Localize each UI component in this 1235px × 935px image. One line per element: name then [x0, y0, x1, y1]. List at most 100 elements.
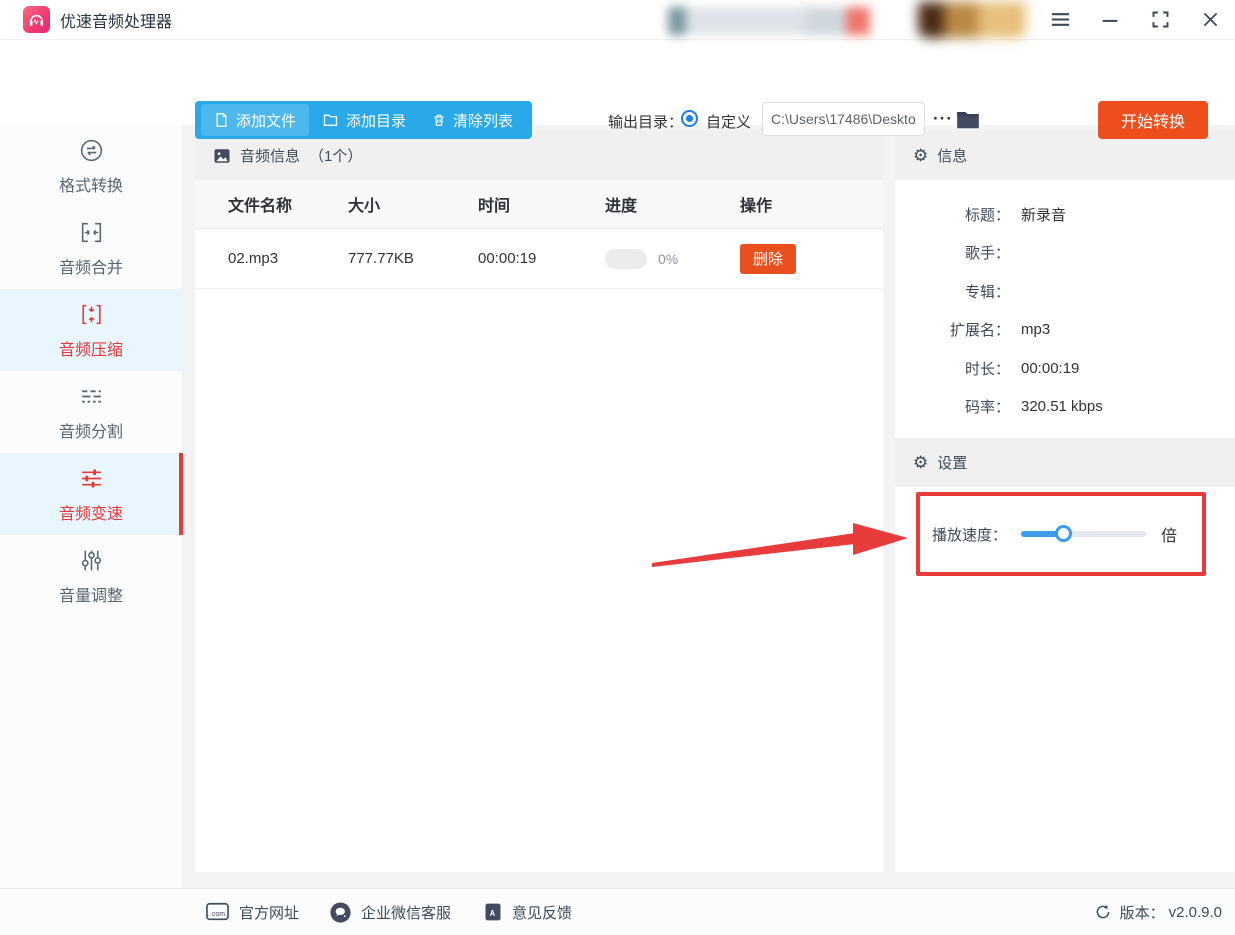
version-area: 版本： v2.0.9.0	[1094, 902, 1222, 923]
image-icon	[214, 148, 230, 163]
output-dir-label: 输出目录：	[608, 114, 684, 131]
minimize-icon[interactable]	[1098, 8, 1122, 32]
clear-list-button[interactable]: 清除列表	[419, 104, 526, 136]
toolbar: 添加文件 添加目录 清除列表 输出目录： 自定义 ··· 开始转换	[0, 40, 1235, 139]
sidebar-item-volume-adjust[interactable]: 音量调整	[0, 535, 182, 617]
add-file-button[interactable]: 添加文件	[201, 104, 310, 136]
volume-adjust-icon	[81, 550, 101, 570]
redacted-account-info	[668, 7, 870, 35]
col-header-action: 操作	[740, 198, 773, 215]
sidebar-label: 格式转换	[58, 177, 123, 195]
delete-button[interactable]: 删除	[740, 243, 796, 274]
wechat-support-label: 企业微信客服	[361, 904, 452, 922]
col-header-time: 时间	[478, 198, 511, 215]
sidebar-label: 音频变速	[58, 505, 123, 523]
field-label-singer: 歌手：	[964, 245, 1010, 263]
website-com-icon: .com	[206, 902, 229, 921]
speed-label: 播放速度：	[932, 526, 1008, 544]
cell-time: 00:00:19	[478, 250, 537, 267]
col-header-size: 大小	[348, 198, 381, 215]
file-count: （1个）	[309, 148, 363, 165]
speed-slider[interactable]	[1021, 525, 1147, 542]
app-title: 优速音频处理器	[60, 13, 173, 31]
file-actions-group: 添加文件 添加目录 清除列表	[195, 101, 533, 139]
field-label-extension: 扩展名：	[949, 322, 1010, 340]
trash-icon	[434, 114, 444, 126]
update-refresh-icon[interactable]	[1094, 903, 1112, 921]
field-label-duration: 时长：	[964, 360, 1010, 378]
website-icon-text: .com	[210, 911, 225, 918]
app-logo-headphones-icon	[23, 6, 50, 33]
wechat-chat-icon	[330, 901, 351, 923]
start-convert-button[interactable]: 开始转换	[1098, 101, 1208, 139]
speed-unit: 倍	[1161, 528, 1178, 545]
sidebar-label: 音频合并	[58, 259, 123, 277]
official-website-label: 官方网址	[239, 904, 300, 922]
custom-radio-label: 自定义	[706, 114, 752, 131]
add-folder-label: 添加目录	[346, 112, 407, 130]
progress-bar	[605, 248, 647, 269]
custom-radio[interactable]	[681, 110, 698, 127]
close-icon[interactable]	[1198, 8, 1222, 32]
sidebar-item-audio-compress[interactable]: 音频压缩	[0, 289, 182, 371]
table-header-row: 文件名称 大小 时间 进度 操作	[195, 180, 883, 229]
audio-compress-icon	[81, 304, 101, 324]
gear-icon: ⚙	[913, 146, 929, 165]
field-value-extension: mp3	[1021, 321, 1051, 339]
sidebar-item-audio-merge[interactable]: 音频合并	[0, 207, 182, 289]
official-website-link[interactable]: .com 官方网址	[205, 901, 299, 923]
slider-handle[interactable]	[1055, 525, 1073, 542]
sidebar-item-format-convert[interactable]: 格式转换	[0, 125, 182, 207]
clear-list-label: 清除列表	[453, 112, 514, 130]
audio-speed-icon	[81, 468, 101, 488]
cell-filename: 02.mp3	[228, 250, 279, 267]
field-value-title: 新录音	[1021, 206, 1067, 224]
right-panel: ⚙ 信息 标题： 新录音 歌手： 专辑： 扩展名： mp3 时长： 00:00:19 …	[895, 131, 1235, 872]
audio-table-panel: 音频信息 （1个） 文件名称 大小 时间 进度 操作 02.mp3 777.77…	[195, 131, 883, 872]
output-path-input[interactable]	[762, 102, 925, 136]
field-label-bitrate: 码率：	[964, 399, 1010, 417]
feedback-link[interactable]: 意见反馈	[483, 901, 572, 923]
feedback-icon	[485, 903, 501, 921]
add-folder-button[interactable]: 添加目录	[309, 104, 419, 136]
annotation-highlight-box: 播放速度： 倍	[916, 492, 1206, 576]
sidebar-label: 音量调整	[58, 587, 123, 605]
field-label-album: 专辑：	[964, 283, 1010, 301]
field-value-duration: 00:00:19	[1021, 359, 1080, 377]
feedback-label: 意见反馈	[512, 904, 573, 922]
sidebar-item-audio-split[interactable]: 音频分割	[0, 371, 182, 453]
section-title: 音频信息	[240, 148, 301, 165]
window-controls	[1048, 8, 1235, 32]
audio-merge-icon	[81, 222, 101, 242]
menu-icon[interactable]	[1048, 8, 1072, 32]
field-value-bitrate: 320.51 kbps	[1021, 398, 1103, 416]
col-header-filename: 文件名称	[228, 198, 293, 215]
info-title: 信息	[937, 148, 968, 165]
add-file-label: 添加文件	[236, 112, 297, 130]
browse-more-button[interactable]: ···	[928, 102, 958, 136]
audio-split-icon	[81, 389, 101, 403]
footer: .com 官方网址 企业微信客服 意见反馈 版本： v2.0.9.0	[0, 888, 1235, 935]
sidebar: 格式转换 音频合并 音频压缩 音频分割 音频变速 音量调整	[0, 125, 183, 888]
sidebar-label: 音频压缩	[58, 341, 123, 359]
version-value: v2.0.9.0	[1168, 903, 1222, 921]
gear-icon: ⚙	[913, 453, 929, 472]
progress-percent: 0%	[658, 250, 679, 267]
sidebar-item-audio-speed[interactable]: 音频变速	[0, 453, 183, 535]
info-fields: 标题： 新录音 歌手： 专辑： 扩展名： mp3 时长： 00:00:19 码率： 32…	[895, 180, 1235, 426]
version-label: 版本：	[1119, 904, 1165, 922]
wechat-support-link[interactable]: 企业微信客服	[329, 901, 451, 924]
settings-section-header: ⚙ 设置	[895, 438, 1235, 487]
table-row: 02.mp3 777.77KB 00:00:19 0% 删除	[195, 229, 883, 289]
folder-icon	[323, 114, 338, 126]
settings-title: 设置	[937, 455, 968, 472]
maximize-icon[interactable]	[1148, 8, 1172, 32]
redacted-user-badge	[918, 2, 1026, 38]
sidebar-label: 音频分割	[58, 423, 123, 441]
field-label-title: 标题：	[964, 206, 1010, 224]
col-header-progress: 进度	[605, 198, 638, 215]
titlebar: 优速音频处理器	[0, 0, 1235, 40]
cell-size: 777.77KB	[348, 250, 414, 267]
file-icon	[216, 113, 227, 127]
open-folder-icon[interactable]	[955, 106, 981, 132]
